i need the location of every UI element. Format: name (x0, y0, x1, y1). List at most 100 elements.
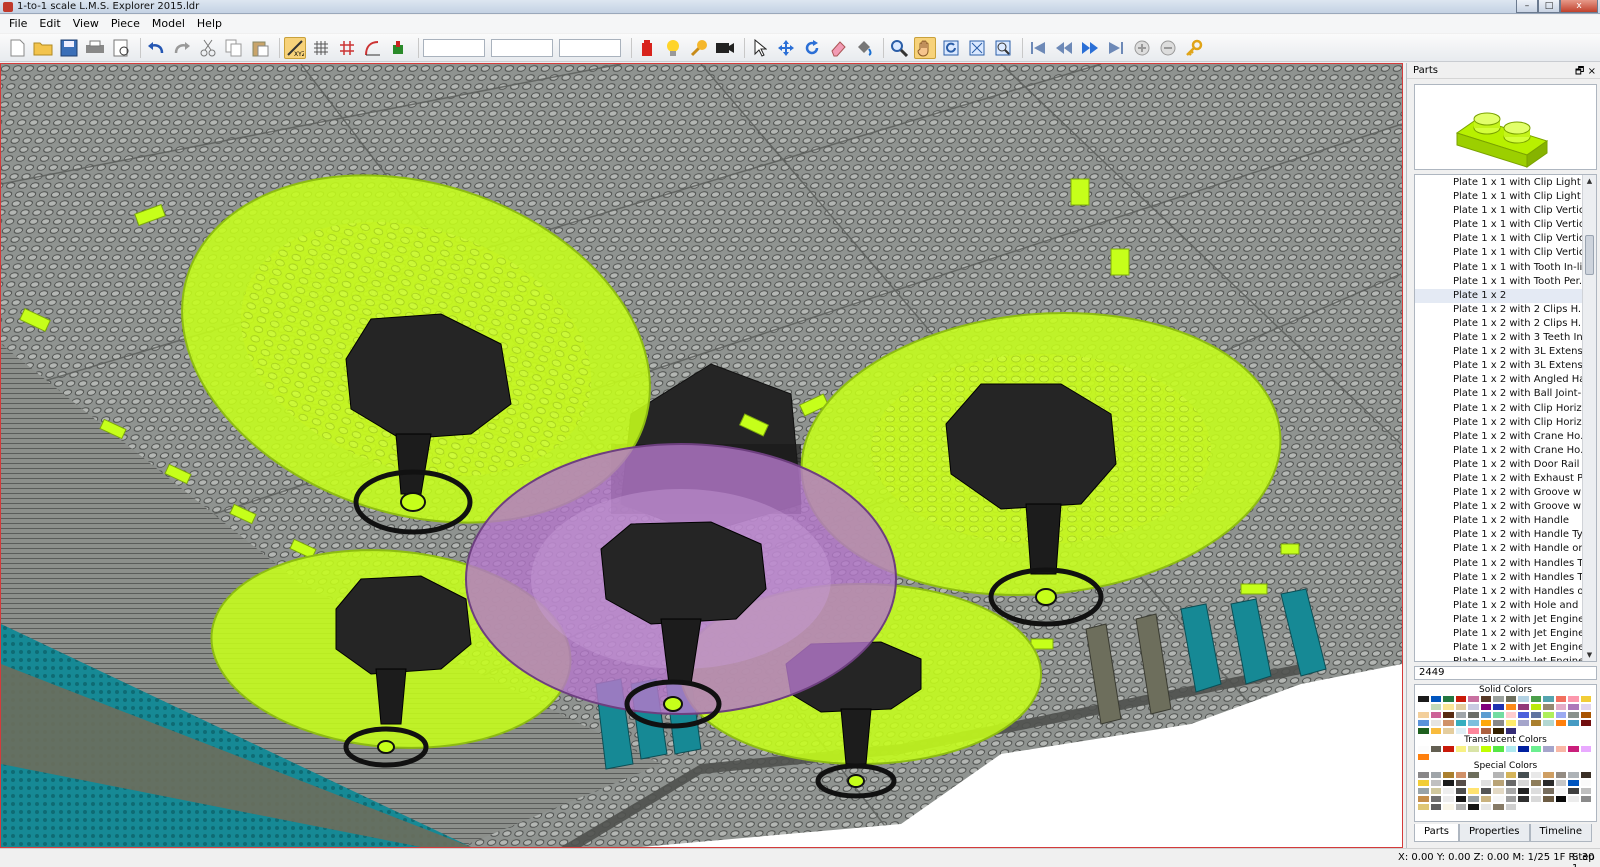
maximize-button[interactable]: □ (1538, 0, 1560, 13)
color-swatch[interactable] (1554, 787, 1567, 795)
list-item[interactable]: Plate 1 x 2 with Crane Ho... (1415, 430, 1583, 444)
color-swatch[interactable] (1492, 719, 1505, 727)
color-swatch[interactable] (1429, 779, 1442, 787)
color-swatch[interactable] (1504, 745, 1517, 753)
color-swatch[interactable] (1417, 771, 1430, 779)
color-swatch[interactable] (1479, 719, 1492, 727)
color-swatch[interactable] (1492, 695, 1505, 703)
color-swatch[interactable] (1454, 711, 1467, 719)
color-swatch[interactable] (1579, 779, 1592, 787)
color-swatch[interactable] (1554, 695, 1567, 703)
color-swatch[interactable] (1529, 787, 1542, 795)
color-swatch[interactable] (1492, 745, 1505, 753)
light-icon[interactable] (662, 37, 684, 59)
brick-icon[interactable] (636, 37, 658, 59)
color-swatch[interactable] (1417, 753, 1430, 761)
color-swatch[interactable] (1529, 779, 1542, 787)
color-swatch[interactable] (1429, 719, 1442, 727)
piece-name-field[interactable] (423, 38, 485, 57)
color-swatch[interactable] (1467, 745, 1480, 753)
color-swatch[interactable] (1504, 703, 1517, 711)
select-icon[interactable] (749, 37, 771, 59)
color-swatch[interactable] (1429, 803, 1442, 811)
color-swatch[interactable] (1554, 703, 1567, 711)
list-item[interactable]: Plate 1 x 2 with Groove wi... (1415, 486, 1583, 500)
color-swatch[interactable] (1504, 779, 1517, 787)
snap-icon[interactable]: XYZ (284, 36, 306, 59)
color-swatch[interactable] (1579, 745, 1592, 753)
color-swatch[interactable] (1542, 711, 1555, 719)
move-icon[interactable] (775, 37, 797, 59)
list-item[interactable]: Plate 1 x 2 with 3L Extensi... (1415, 345, 1583, 359)
color-swatch[interactable] (1442, 711, 1455, 719)
color-swatch[interactable] (1429, 787, 1442, 795)
minimize-button[interactable]: – (1516, 0, 1538, 13)
close-button[interactable]: x (1560, 0, 1598, 13)
color-swatch[interactable] (1567, 719, 1580, 727)
color-swatch[interactable] (1479, 795, 1492, 803)
color-swatch[interactable] (1467, 727, 1480, 735)
color-swatch[interactable] (1517, 745, 1530, 753)
color-swatch[interactable] (1529, 695, 1542, 703)
color-swatch[interactable] (1442, 779, 1455, 787)
color-swatch[interactable] (1479, 711, 1492, 719)
copy-icon[interactable] (223, 37, 245, 59)
tab-timeline[interactable]: Timeline (1529, 824, 1593, 842)
color-swatch[interactable] (1429, 711, 1442, 719)
color-swatch[interactable] (1492, 703, 1505, 711)
tab-properties[interactable]: Properties (1458, 824, 1530, 842)
color-swatch[interactable] (1554, 795, 1567, 803)
color-swatch[interactable] (1429, 795, 1442, 803)
color-swatch[interactable] (1517, 795, 1530, 803)
menu-file[interactable]: File (3, 15, 33, 33)
color-swatch[interactable] (1442, 703, 1455, 711)
list-item[interactable]: Plate 1 x 1 with Clip Vertic... (1415, 204, 1583, 218)
redo-icon[interactable] (171, 37, 193, 59)
list-item[interactable]: Plate 1 x 2 with Hole and ... (1415, 599, 1583, 613)
list-item[interactable]: Plate 1 x 2 with Ball Joint-8 (1415, 387, 1583, 401)
color-swatch[interactable] (1442, 787, 1455, 795)
list-item[interactable]: Plate 1 x 2 with 3L Extensi... (1415, 359, 1583, 373)
remove-step-icon[interactable] (1157, 37, 1179, 59)
eraser-icon[interactable] (827, 37, 849, 59)
list-item[interactable]: Plate 1 x 2 with Handle (1415, 514, 1583, 528)
previous-step-icon[interactable] (1053, 37, 1075, 59)
color-swatch[interactable] (1479, 695, 1492, 703)
color-swatch[interactable] (1467, 787, 1480, 795)
first-step-icon[interactable] (1027, 37, 1049, 59)
list-item[interactable]: Plate 1 x 2 with Clip Horiz... (1415, 402, 1583, 416)
color-swatch[interactable] (1442, 803, 1455, 811)
color-swatch[interactable] (1542, 771, 1555, 779)
color-swatch[interactable] (1429, 753, 1442, 761)
color-swatch[interactable] (1492, 787, 1505, 795)
color-swatch[interactable] (1429, 745, 1442, 753)
list-item[interactable]: Plate 1 x 2 with Handles o... (1415, 585, 1583, 599)
list-item[interactable]: Plate 1 x 1 with Tooth In-li... (1415, 261, 1583, 275)
color-swatch[interactable] (1517, 703, 1530, 711)
color-swatch[interactable] (1579, 719, 1592, 727)
menu-model[interactable]: Model (146, 15, 191, 33)
color-swatch[interactable] (1492, 727, 1505, 735)
list-item[interactable]: Plate 1 x 1 with Clip Light ... (1415, 176, 1583, 190)
float-panel-icon[interactable]: 🗗 (1575, 66, 1584, 77)
color-swatch[interactable] (1492, 795, 1505, 803)
color-swatch[interactable] (1417, 803, 1430, 811)
scroll-up-icon[interactable]: ▲ (1583, 175, 1596, 187)
color-swatch[interactable] (1542, 745, 1555, 753)
parts-list-scrollbar[interactable]: ▲ ▼ (1582, 175, 1596, 661)
undo-icon[interactable] (145, 37, 167, 59)
color-swatch[interactable] (1429, 771, 1442, 779)
list-item[interactable]: Plate 1 x 2 with 2 Clips H... (1415, 303, 1583, 317)
list-item[interactable]: Plate 1 x 2 with Groove wi... (1415, 500, 1583, 514)
color-swatch[interactable] (1492, 779, 1505, 787)
color-swatch[interactable] (1517, 771, 1530, 779)
color-swatch[interactable] (1442, 719, 1455, 727)
model-viewport[interactable] (0, 63, 1403, 848)
color-swatch[interactable] (1504, 795, 1517, 803)
color-swatch[interactable] (1579, 711, 1592, 719)
menu-help[interactable]: Help (191, 15, 228, 33)
menu-view[interactable]: View (67, 15, 105, 33)
paste-icon[interactable] (249, 37, 271, 59)
color-swatch[interactable] (1567, 771, 1580, 779)
color-swatch[interactable] (1442, 795, 1455, 803)
